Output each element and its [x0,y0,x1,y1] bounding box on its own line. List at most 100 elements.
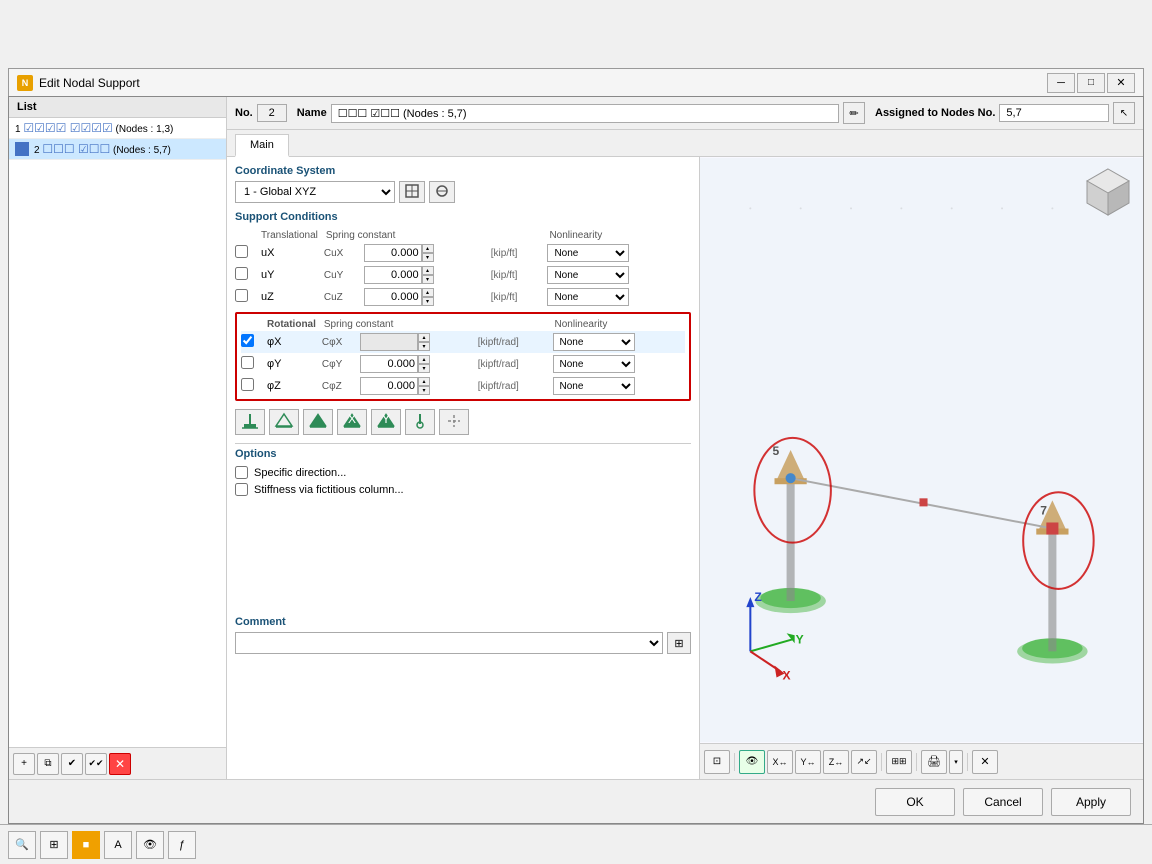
phiy-checkbox[interactable] [241,356,254,369]
list-panel: List 1 ☑☑☑☑ ☑☑☑☑ (Nodes : 1,3) 2 ☐☐☐ ☑☐☐… [9,97,227,779]
uy-down-btn[interactable]: ▾ [422,275,434,284]
view-tb-dropdown[interactable]: ▾ [949,750,963,774]
uz-nonlin-select[interactable]: None [547,288,629,306]
coord-btn-1[interactable] [399,181,425,203]
taskbar-btn-2[interactable]: ⊞ [40,831,68,859]
ux-up-btn[interactable]: ▴ [422,244,434,253]
check-button[interactable]: ✔ [61,753,83,775]
ok-button[interactable]: OK [875,788,955,816]
coord-btn-2[interactable] [429,181,455,203]
support-icon-6[interactable] [405,409,435,435]
edit-name-button[interactable]: ✏ [843,102,865,124]
uy-label: uY [257,264,322,286]
uz-down-btn[interactable]: ▾ [422,297,434,306]
add-item-button[interactable]: + [13,753,35,775]
view-tb-btn-4[interactable]: Y↔ [795,750,821,774]
view-tb-btn-8[interactable]: 🖨 [921,750,947,774]
phiy-nonlin-select[interactable]: None [553,355,635,373]
list-toolbar: + ⧉ ✔ ✔✔ ✕ [9,747,226,779]
ux-nonlin-select[interactable]: None [547,244,629,262]
phix-label: φX [263,331,320,353]
phiz-spring-input[interactable] [360,377,418,395]
support-icon-5[interactable]: Y [371,409,401,435]
phix-up-btn[interactable]: ▴ [418,333,430,342]
close-button[interactable]: ✕ [1107,73,1135,93]
uy-nonlin-select[interactable]: None [547,266,629,284]
phiz-nonlin-select[interactable]: None [553,377,635,395]
rotational-box: Rotational Spring constant Nonlinearity [235,312,691,401]
phix-nonlin-select[interactable]: None [553,333,635,351]
phiz-spring-label: CφZ [320,375,358,397]
uz-checkbox[interactable] [235,289,248,302]
view-tb-btn-7[interactable]: ⊞⊞ [886,750,912,774]
view-tb-btn-1[interactable]: ⊡ [704,750,730,774]
svg-text:Y: Y [382,412,390,426]
main-split: Coordinate System 1 - Global XYZ [227,157,1143,779]
phix-spring-input[interactable] [360,333,418,351]
uz-spring-input[interactable] [364,288,422,306]
ux-down-btn[interactable]: ▾ [422,253,434,262]
ux-spring-input[interactable] [364,244,422,262]
uy-checkbox[interactable] [235,267,248,280]
uy-up-btn[interactable]: ▴ [422,266,434,275]
form-header-row: No. 2 Name ☐☐☐ ☑☐☐ (Nodes : 5,7) ✏ Assig… [227,97,1143,130]
stiffness-fictitious-checkbox[interactable] [235,483,248,496]
check2-button[interactable]: ✔✔ [85,753,107,775]
cancel-button[interactable]: Cancel [963,788,1043,816]
phiy-spring-input[interactable] [360,355,418,373]
view-tb-btn-6[interactable]: ↗↙ [851,750,877,774]
assign-nodes-button[interactable]: ↖ [1113,102,1135,124]
phiz-up-btn[interactable]: ▴ [418,377,430,386]
phiz-label: φZ [263,375,320,397]
taskbar-btn-3[interactable]: ■ [72,831,100,859]
phix-row: φX CφX ▴ ▾ [241,331,685,353]
uz-unit: [kip/ft] [487,286,546,308]
support-icon-1[interactable] [235,409,265,435]
phix-checkbox[interactable] [241,334,254,347]
options-header: Options [235,448,691,460]
tab-bar: Main [227,130,1143,157]
phiy-up-btn[interactable]: ▴ [418,355,430,364]
specific-direction-checkbox[interactable] [235,466,248,479]
taskbar-btn-6[interactable]: ƒ [168,831,196,859]
view-tb-btn-9[interactable]: ✕ [972,750,998,774]
phiy-down-btn[interactable]: ▾ [418,364,430,373]
comment-section: Comment ⊞ [235,616,691,654]
view-tb-btn-2[interactable]: 👁 [739,750,765,774]
minimize-button[interactable]: ─ [1047,73,1075,93]
view-tb-btn-5[interactable]: Z↔ [823,750,849,774]
phiz-unit: [kipft/rad] [474,375,551,397]
taskbar-btn-4[interactable]: A [104,831,132,859]
apply-button[interactable]: Apply [1051,788,1131,816]
support-icon-7[interactable] [439,409,469,435]
ux-spring-label: CuX [322,242,362,264]
options-section: Options Specific direction... Stiffness … [235,448,691,496]
name-label: Name [297,107,327,119]
list-item-2[interactable]: 2 ☐☐☐ ☑☐☐ (Nodes : 5,7) [9,139,226,160]
phix-down-btn[interactable]: ▾ [418,342,430,351]
phiz-checkbox[interactable] [241,378,254,391]
tab-main[interactable]: Main [235,134,289,157]
uy-spring-input[interactable] [364,266,422,284]
svg-text:5: 5 [772,444,779,458]
taskbar-btn-5[interactable]: 👁 [136,831,164,859]
support-conditions-label: Support Conditions [235,211,691,223]
uz-up-btn[interactable]: ▴ [422,288,434,297]
phiz-down-btn[interactable]: ▾ [418,386,430,395]
ux-checkbox[interactable] [235,245,248,258]
support-icon-2[interactable] [269,409,299,435]
comment-expand-button[interactable]: ⊞ [667,632,691,654]
cube-orientation-icon[interactable] [1081,165,1135,219]
copy-item-button[interactable]: ⧉ [37,753,59,775]
delete-button[interactable]: ✕ [109,753,131,775]
coord-system-select[interactable]: 1 - Global XYZ [235,181,395,203]
comment-input[interactable] [235,632,663,654]
maximize-button[interactable]: □ [1077,73,1105,93]
support-icon-3[interactable] [303,409,333,435]
list-item-1[interactable]: 1 ☑☑☑☑ ☑☑☑☑ (Nodes : 1,3) [9,118,226,139]
rot-nonlin-header: Nonlinearity [551,318,685,331]
support-icon-4[interactable]: X [337,409,367,435]
taskbar-btn-1[interactable]: 🔍 [8,831,36,859]
name-value: ☐☐☐ ☑☐☐ (Nodes : 5,7) [331,104,839,123]
view-tb-btn-3[interactable]: X↔ [767,750,793,774]
